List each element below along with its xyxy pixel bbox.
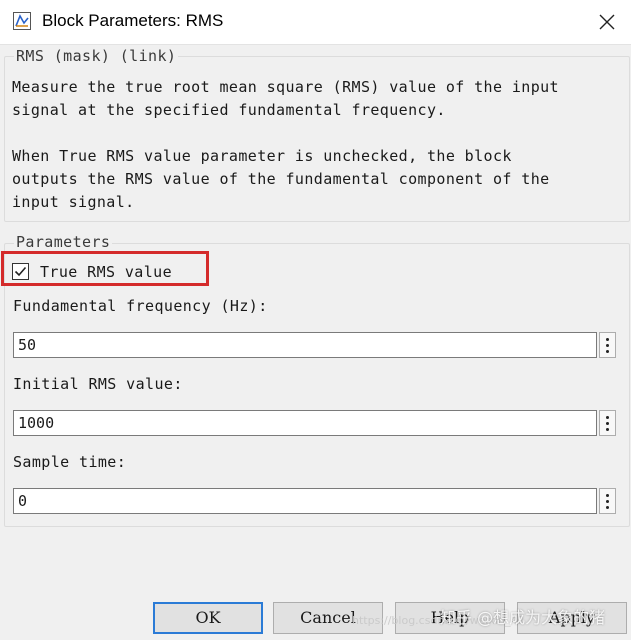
fundamental-frequency-menu-button[interactable] <box>599 332 616 358</box>
sample-time-label: Sample time: <box>13 453 127 471</box>
description-text: Measure the true root mean square (RMS) … <box>12 78 559 211</box>
initial-rms-label: Initial RMS value: <box>13 375 183 393</box>
watermark: 知乎 @想成为大象的猪 <box>440 608 606 627</box>
description-legend: RMS (mask) (link) <box>14 47 179 65</box>
kebab-icon-dot <box>606 500 609 503</box>
sample-time-input[interactable]: 0 <box>13 488 597 514</box>
fundamental-frequency-label: Fundamental frequency (Hz): <box>13 297 268 315</box>
kebab-icon-dot <box>606 506 609 509</box>
sample-time-menu-button[interactable] <box>599 488 616 514</box>
simulink-block-icon <box>13 12 31 30</box>
kebab-icon <box>606 338 609 341</box>
title-bar: Block Parameters: RMS <box>0 0 631 45</box>
parameters-legend: Parameters <box>14 233 113 251</box>
kebab-icon-dot <box>606 428 609 431</box>
initial-rms-menu-button[interactable] <box>599 410 616 436</box>
fundamental-frequency-input[interactable]: 50 <box>13 332 597 358</box>
window-title: Block Parameters: RMS <box>42 11 224 30</box>
kebab-icon-dot <box>606 422 609 425</box>
highlight-annotation <box>1 251 209 286</box>
kebab-icon <box>606 494 609 497</box>
kebab-icon <box>606 416 609 419</box>
close-icon[interactable] <box>597 12 617 32</box>
kebab-icon-dot <box>606 344 609 347</box>
kebab-icon-dot <box>606 350 609 353</box>
ok-button[interactable]: OK <box>153 602 263 634</box>
initial-rms-input[interactable]: 1000 <box>13 410 597 436</box>
